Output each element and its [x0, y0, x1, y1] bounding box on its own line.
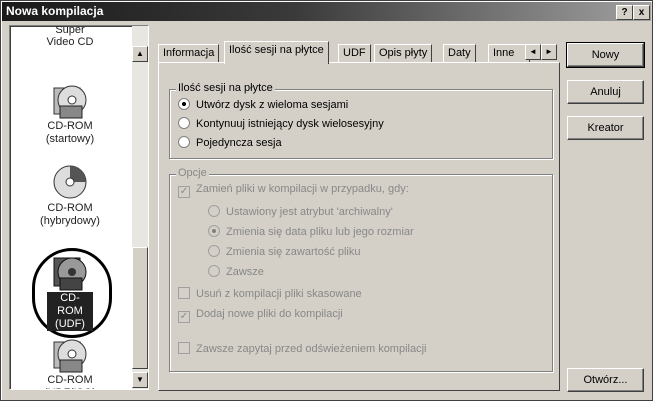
tab-informacja[interactable]: Informacja	[158, 44, 220, 63]
open-button[interactable]: Otwórz...	[567, 368, 644, 392]
scroll-down-button[interactable]: ▼	[132, 372, 148, 388]
radio-button[interactable]	[178, 117, 190, 129]
tab-disc-description[interactable]: Opis płyty	[374, 44, 433, 63]
wizard-button[interactable]: Kreator	[567, 116, 644, 140]
scroll-thumb[interactable]	[132, 247, 148, 369]
tab-other[interactable]: Inne	[488, 44, 530, 63]
list-item-cd-rom-boot[interactable]: CD-ROM (startowy)	[10, 80, 130, 146]
option-label: Dodaj nowe pliki do kompilacji	[196, 308, 343, 320]
option-label: Utwórz dysk z wieloma sesjami	[196, 99, 349, 111]
replace-condition-archive[interactable]: Ustawiony jest atrybut 'archiwalny'	[208, 205, 393, 218]
replace-condition-always[interactable]: Zawsze	[208, 265, 264, 278]
session-option-multi[interactable]: Utwórz dysk z wieloma sesjami	[178, 98, 348, 111]
list-item-label: CD-ROM (UDF)	[47, 292, 93, 331]
session-option-single[interactable]: Pojedyncza sesja	[178, 136, 282, 149]
tab-dates[interactable]: Daty	[443, 44, 476, 63]
list-item-label: CD-ROM (hybrydowy)	[40, 202, 100, 227]
list-item-label: Super Video CD	[46, 25, 94, 48]
list-item-super-video-cd[interactable]: Super Video CD	[10, 25, 130, 48]
checkbox[interactable]	[178, 287, 190, 299]
option-label: Zmienia się zawartość pliku	[226, 246, 361, 258]
session-option-continue[interactable]: Kontynuuj istniejący dysk wielosesyjny	[178, 117, 384, 130]
option-label: Kontynuuj istniejący dysk wielosesyjny	[196, 118, 384, 130]
option-label: Usuń z kompilacji pliki skasowane	[196, 288, 362, 300]
radio-button[interactable]	[208, 245, 220, 257]
radio-button[interactable]	[208, 205, 220, 217]
new-compilation-dialog: Nowa kompilacja ? x Super Video CD CD-RO…	[0, 0, 653, 401]
add-new-files-checkbox-row[interactable]: ✓ Dodaj nowe pliki do kompilacji	[178, 308, 343, 323]
tab-scroll-right-button[interactable]: ►	[541, 44, 557, 60]
cancel-button[interactable]: Anuluj	[567, 80, 644, 104]
option-label: Ustawiony jest atrybut 'archiwalny'	[226, 206, 393, 218]
checkbox[interactable]: ✓	[178, 311, 190, 323]
checkbox[interactable]	[178, 342, 190, 354]
cd-rom-hybrid-icon	[53, 165, 87, 199]
replace-condition-content[interactable]: Zmienia się zawartość pliku	[208, 245, 361, 258]
close-button[interactable]: x	[633, 5, 650, 20]
sessions-group-title: Ilość sesji na płytce	[176, 82, 275, 94]
radio-button[interactable]	[208, 225, 220, 237]
title-bar: Nowa kompilacja ? x	[2, 2, 651, 21]
help-button[interactable]: ?	[616, 5, 633, 20]
cd-rom-udf-icon	[53, 257, 87, 291]
compilation-type-list[interactable]: Super Video CD CD-ROM (startowy) CD-ROM …	[9, 25, 149, 390]
list-item-cd-rom-udf[interactable]: CD-ROM (UDF)	[10, 252, 130, 331]
radio-button[interactable]	[178, 136, 190, 148]
options-group: Opcje ✓ Zamień pliki w kompilacji w przyp…	[169, 167, 553, 372]
cd-rom-boot-icon	[53, 85, 87, 119]
tab-udf[interactable]: UDF	[338, 44, 371, 63]
checkbox[interactable]: ✓	[178, 186, 190, 198]
new-button[interactable]: Nowy	[566, 42, 645, 68]
list-item-cd-rom-hybrid[interactable]: CD-ROM (hybrydowy)	[10, 162, 130, 228]
option-label: Zamień pliki w kompilacji w przypadku, g…	[196, 183, 409, 195]
list-scrollbar[interactable]: ▲ ▼	[132, 26, 148, 389]
replace-condition-date-size[interactable]: Zmienia się data pliku lub jego rozmiar	[208, 225, 414, 238]
tab-session-count[interactable]: Ilość sesji na płytce	[224, 41, 329, 64]
remove-deleted-checkbox-row[interactable]: Usuń z kompilacji pliki skasowane	[178, 287, 362, 300]
radio-button[interactable]	[178, 98, 190, 110]
always-ask-checkbox-row[interactable]: Zawsze zapytaj przed odświeżeniem kompil…	[178, 342, 426, 355]
list-item-cd-rom-udf-iso[interactable]: CD-ROM (UDF/ISO)	[10, 334, 130, 389]
option-label: Zawsze	[226, 266, 264, 278]
radio-button[interactable]	[208, 265, 220, 277]
replace-files-checkbox-row[interactable]: ✓ Zamień pliki w kompilacji w przypadku, …	[178, 183, 409, 198]
list-item-label: CD-ROM (UDF/ISO)	[44, 374, 96, 389]
option-label: Zawsze zapytaj przed odświeżeniem kompil…	[196, 343, 427, 355]
cd-rom-udf-iso-icon	[53, 339, 87, 373]
option-label: Zmienia się data pliku lub jego rozmiar	[226, 226, 414, 238]
window-title: Nowa kompilacja	[6, 4, 104, 18]
tab-scroll-left-button[interactable]: ◄	[525, 44, 541, 60]
scroll-up-button[interactable]: ▲	[132, 46, 148, 62]
option-label: Pojedyncza sesja	[196, 137, 282, 149]
sessions-group: Ilość sesji na płytce Utwórz dysk z wiel…	[169, 82, 553, 159]
list-item-label: CD-ROM (startowy)	[45, 120, 95, 145]
options-group-title: Opcje	[176, 167, 209, 179]
tab-panel: Ilość sesji na płytce Utwórz dysk z wiel…	[158, 62, 560, 391]
